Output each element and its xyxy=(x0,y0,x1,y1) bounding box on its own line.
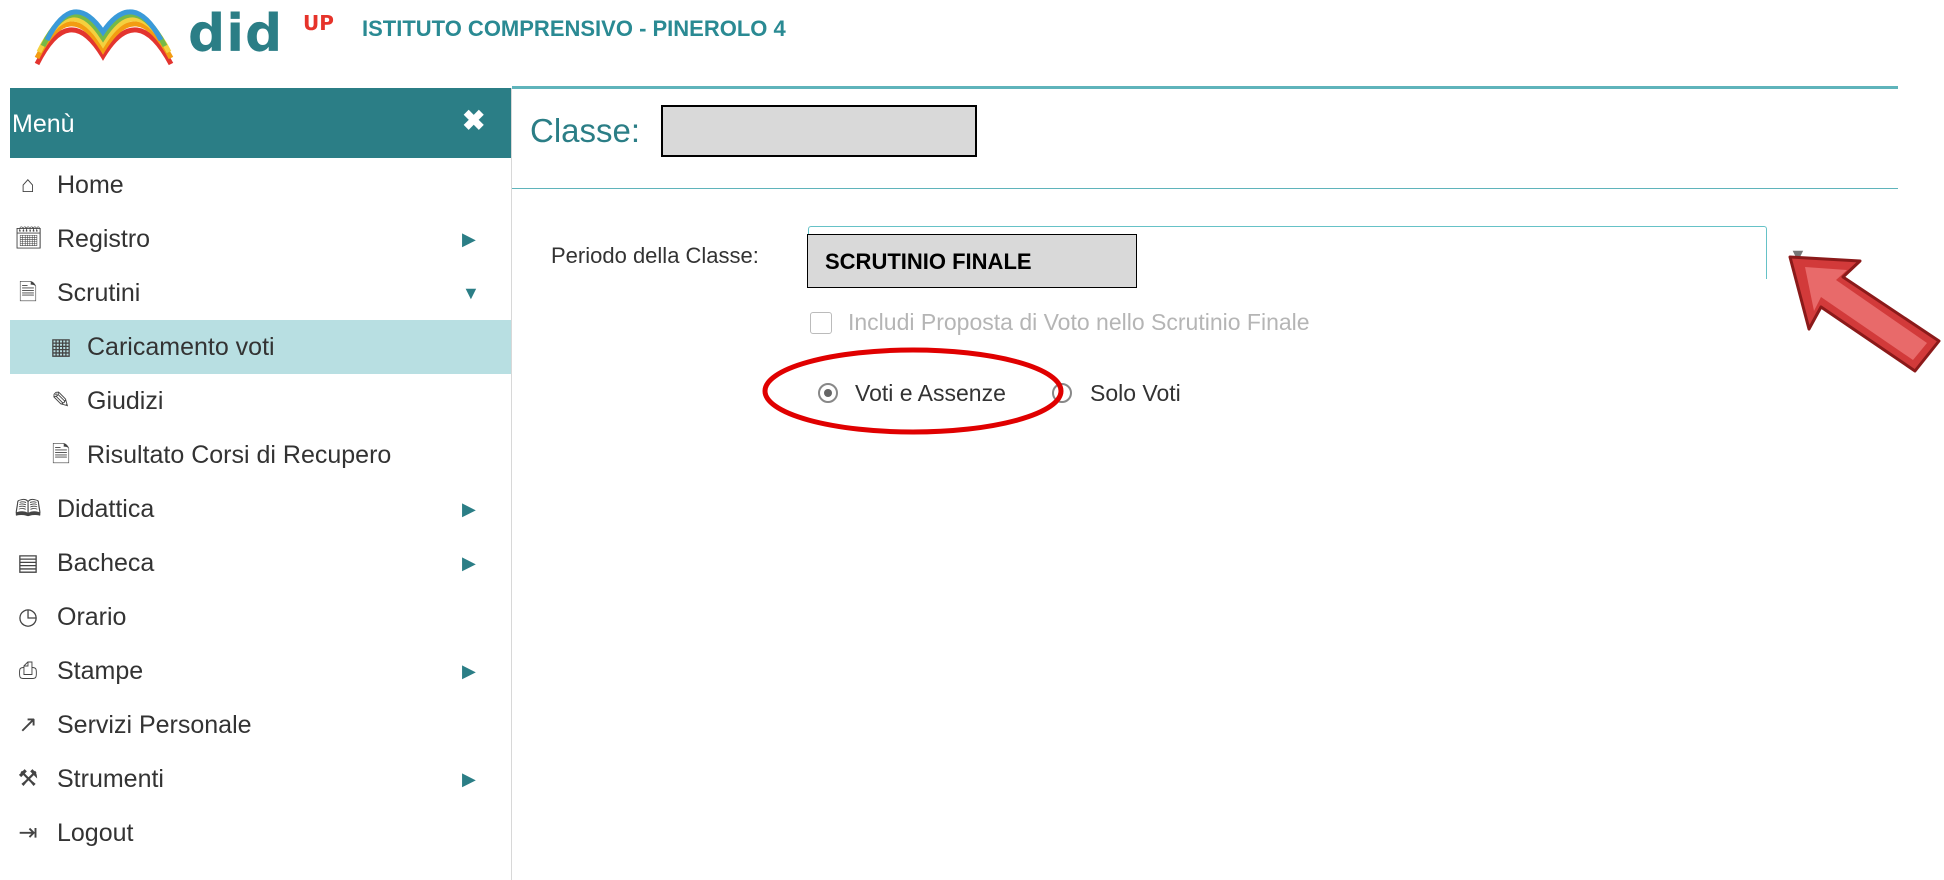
sidebar-item-registro[interactable]: 🗓 Registro ▶ xyxy=(10,212,511,266)
sidebar-item-label: Caricamento voti xyxy=(87,333,275,361)
tools-icon: ⚒ xyxy=(17,765,39,791)
sidebar-item-stampe[interactable]: ⎙ Stampe ▶ xyxy=(10,644,511,698)
sidebar-item-label: Bacheca xyxy=(57,549,155,577)
close-icon[interactable]: ✖ xyxy=(462,104,485,137)
sidebar-item-bacheca[interactable]: ▤ Bacheca ▶ xyxy=(10,536,511,590)
sidebar-item-label: Risultato Corsi di Recupero xyxy=(87,441,392,469)
sidebar-item-label: Strumenti xyxy=(57,765,164,793)
include-proposal-label: Includi Proposta di Voto nello Scrutinio… xyxy=(848,309,1310,335)
chevron-right-icon: ▶ xyxy=(462,553,476,573)
qrcode-icon: ▦ xyxy=(50,333,72,359)
class-value-box xyxy=(661,105,977,157)
menu-title: Menù xyxy=(12,110,75,138)
brand-name: did xyxy=(188,4,284,64)
periodo-label: Periodo della Classe: xyxy=(551,243,759,268)
sidebar-item-logout[interactable]: ⇥ Logout xyxy=(10,806,511,860)
sidebar-menu: Menù ✖ ⌂ Home 🗓 Registro ▶ 🗎 Scrutini ▼ … xyxy=(10,88,512,880)
include-proposal-checkbox[interactable] xyxy=(810,312,832,334)
sidebar-item-label: Home xyxy=(57,171,124,199)
bulletin-icon: ▤ xyxy=(17,549,39,575)
sidebar-item-scrutini[interactable]: 🗎 Scrutini ▼ xyxy=(10,266,511,320)
book-icon: 🕮 xyxy=(14,495,42,521)
periodo-select-value[interactable]: SCRUTINIO FINALE xyxy=(807,234,1137,288)
sidebar-item-caricamento-voti[interactable]: ▦ Caricamento voti xyxy=(10,320,511,374)
document-icon: 🗎 xyxy=(51,441,71,467)
document-icon: 🗎 xyxy=(18,279,38,305)
chevron-right-icon: ▶ xyxy=(462,661,476,681)
sidebar-item-label: Logout xyxy=(57,819,134,847)
annotation-arrow-icon xyxy=(1788,255,1941,373)
sidebar-item-label: Didattica xyxy=(57,495,155,523)
chevron-down-icon: ▼ xyxy=(462,283,480,303)
didup-logo-icon xyxy=(34,9,174,66)
chevron-right-icon: ▶ xyxy=(462,229,476,249)
sidebar-item-servizi-personale[interactable]: ↗ Servizi Personale xyxy=(10,698,511,752)
sidebar-item-label: Servizi Personale xyxy=(57,711,252,739)
chevron-right-icon: ▶ xyxy=(462,769,476,789)
top-divider xyxy=(512,86,1898,89)
sidebar-item-label: Registro xyxy=(57,225,151,253)
sidebar-item-risultato-corsi[interactable]: 🗎 Risultato Corsi di Recupero xyxy=(10,428,511,482)
sidebar-item-orario[interactable]: ◷ Orario xyxy=(10,590,511,644)
sidebar-item-label: Scrutini xyxy=(57,279,141,307)
sidebar-item-giudizi[interactable]: ✎ Giudizi xyxy=(10,374,511,428)
calendar-check-icon: 🗓 xyxy=(14,225,44,251)
share-icon: ↗ xyxy=(18,711,38,737)
brand-superscript: UP xyxy=(303,11,334,35)
clock-icon: ◷ xyxy=(17,603,39,629)
edit-icon: ✎ xyxy=(51,387,71,413)
annotation-ellipse xyxy=(762,347,1064,435)
class-label: Classe: xyxy=(530,112,641,149)
sidebar-item-label: Orario xyxy=(57,603,127,631)
menu-header: Menù ✖ xyxy=(10,88,511,158)
school-name: ISTITUTO COMPRENSIVO - PINEROLO 4 xyxy=(362,16,786,41)
radio-solo-voti-label[interactable]: Solo Voti xyxy=(1090,380,1181,407)
chevron-right-icon: ▶ xyxy=(462,499,476,519)
logout-icon: ⇥ xyxy=(18,819,38,845)
home-icon: ⌂ xyxy=(21,171,35,197)
header-divider xyxy=(512,188,1898,189)
printer-icon: ⎙ xyxy=(18,657,38,683)
sidebar-item-label: Giudizi xyxy=(87,387,164,415)
sidebar-item-home[interactable]: ⌂ Home xyxy=(10,158,511,212)
sidebar-item-strumenti[interactable]: ⚒ Strumenti ▶ xyxy=(10,752,511,806)
sidebar-item-didattica[interactable]: 🕮 Didattica ▶ xyxy=(10,482,511,536)
sidebar-item-label: Stampe xyxy=(57,657,144,685)
